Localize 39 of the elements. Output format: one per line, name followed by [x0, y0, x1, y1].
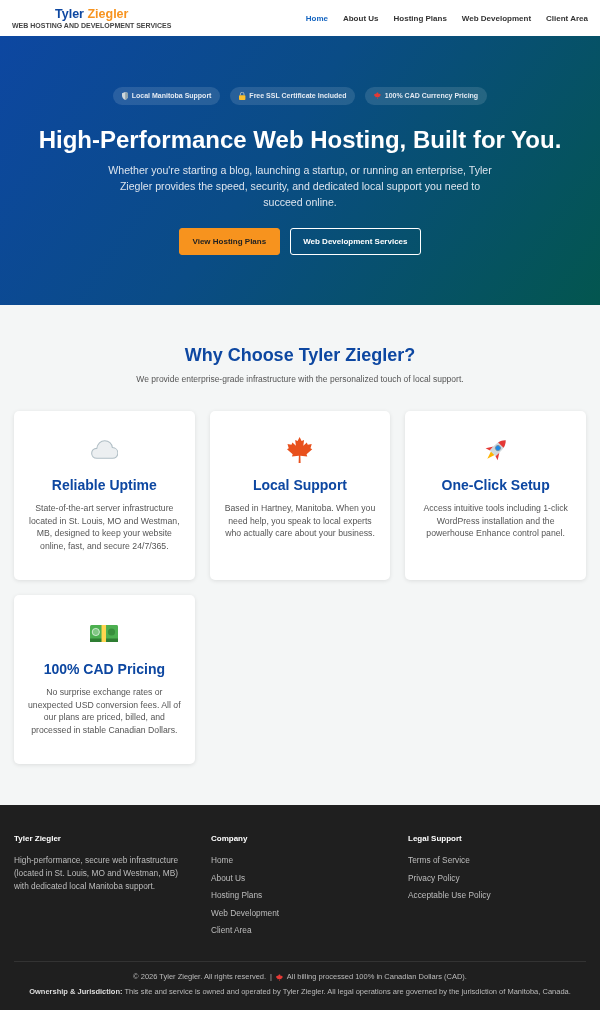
footer-heading: Tyler Ziegler: [14, 834, 61, 844]
shield-icon: [121, 91, 129, 100]
lock-icon: [239, 91, 246, 100]
card-description: Access intuitive tools including 1-click WordPress installation and the powerhouse Enhance control panel.: [422, 502, 569, 540]
primary-button[interactable]: View Hosting Plans: [179, 227, 280, 255]
footer-description: High-performance, secure web infrastructure (located in St. Louis, MO and Westman, MB) with dedicated local Manitoba support.: [14, 853, 180, 893]
section-title: Why Choose Tyler Ziegler?: [183, 344, 417, 366]
card-title: One-Click Setup: [441, 477, 550, 494]
footer-link[interactable]: Acceptable Use Policy: [408, 889, 491, 902]
card-description: Based in Hartney, Manitoba. When you need help, you speak to local experts who actually care about your business.: [223, 502, 377, 540]
footer-link[interactable]: Web Development: [211, 906, 280, 919]
footer-heading: Legal Support: [408, 834, 462, 844]
nav-link[interactable]: About Us: [342, 12, 379, 24]
footer-link[interactable]: Home: [211, 854, 234, 866]
footer-heading: Company: [211, 834, 248, 844]
nav-link[interactable]: Web Development: [461, 12, 532, 24]
section-subtitle: We provide enterprise-grade infrastructure with the personalized touch of local support.: [135, 374, 465, 385]
card-description: No surprise exchange rates or unexpected USD conversion fees. All of our plans are priced, billed, and processed in stable Canadian Dollars.: [27, 686, 182, 737]
nav-link[interactable]: Home: [305, 12, 328, 24]
maple-leaf-icon: [276, 973, 283, 981]
maple-leaf-icon: [287, 436, 313, 463]
hero-title: High-Performance Web Hosting, Built for You.: [38, 124, 562, 154]
footer-link[interactable]: Hosting Plans: [211, 889, 263, 902]
nav-link[interactable]: Hosting Plans: [393, 12, 447, 24]
footer-link[interactable]: About Us: [211, 871, 246, 884]
cloud-icon: [90, 440, 119, 459]
card-title: 100% CAD Pricing: [43, 661, 165, 678]
card-title: Reliable Uptime: [51, 477, 157, 494]
card-title: Local Support: [252, 477, 348, 494]
footer-link[interactable]: Client Area: [211, 924, 252, 937]
nav-link[interactable]: Client Area: [546, 12, 588, 24]
footer-link[interactable]: Terms of Service: [408, 854, 470, 866]
hero-description: Whether you're starting a blog, launching a startup, or running an enterprise, Tyler Ziegler provides the speed, security, and dedicated local support you need to succeed online.: [107, 162, 493, 210]
maple-leaf-icon: [374, 92, 382, 99]
banknote-icon: [90, 625, 119, 642]
outline-button[interactable]: Web Development Services: [289, 227, 421, 255]
logo-text[interactable]: Tyler Ziegler: [55, 6, 129, 21]
card-description: State-of-the-art server infrastructure located in St. Louis, MO and Westman, MB, designed to keep your website online, fast, and secure 24/7/365.: [28, 502, 181, 553]
footer-link[interactable]: Privacy Policy: [408, 871, 460, 884]
